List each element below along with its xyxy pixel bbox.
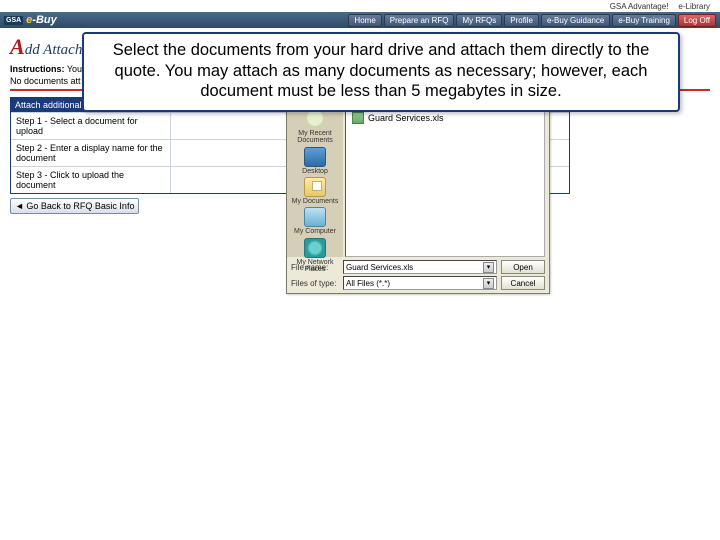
places-bar: My Recent Documents Desktop My Documents… [287,107,343,257]
place-recent[interactable]: My Recent Documents [290,109,340,145]
main-nav: Home Prepare an RFQ My RFQs Profile e-Bu… [346,14,716,27]
step3-label: Step 3 - Click to upload the document [11,167,171,193]
nav-ebuy-training[interactable]: e-Buy Training [612,14,676,27]
desktop-icon [304,147,326,167]
filetype-select[interactable]: All Files (*.*) ▾ [343,276,497,290]
instruction-callout: Select the documents from your hard driv… [82,32,680,112]
nav-my-rfqs[interactable]: My RFQs [456,14,502,27]
top-utility-bar: GSA Advantage! e-Library [0,0,720,12]
chevron-down-icon[interactable]: ▾ [483,278,494,289]
link-gsa-advantage[interactable]: GSA Advantage! [610,2,669,11]
nav-profile[interactable]: Profile [504,14,539,27]
computer-icon [304,207,326,227]
cancel-button[interactable]: Cancel [501,276,545,290]
nav-home[interactable]: Home [348,14,381,27]
filename-label: File name: [291,263,339,272]
recent-icon [304,109,326,129]
open-button[interactable]: Open [501,260,545,274]
gsa-badge: GSA [4,16,23,25]
file-list[interactable]: Guard Services.xls [345,107,545,257]
file-open-dialog: My Recent Documents Desktop My Documents… [286,88,550,294]
network-icon [304,238,326,258]
filetype-label: Files of type: [291,279,339,288]
place-desktop[interactable]: Desktop [290,147,340,175]
nav-prepare-rfq[interactable]: Prepare an RFQ [384,14,455,27]
place-my-documents[interactable]: My Documents [290,177,340,205]
nav-ebuy-guidance[interactable]: e-Buy Guidance [541,14,610,27]
filename-input[interactable]: Guard Services.xls ▾ [343,260,497,274]
file-item[interactable]: Guard Services.xls [352,112,538,124]
step2-label: Step 2 - Enter a display name for the do… [11,140,171,166]
xls-icon [352,112,364,124]
chevron-down-icon[interactable]: ▾ [483,262,494,273]
nav-logoff[interactable]: Log Off [678,14,716,27]
go-back-button[interactable]: ◄ Go Back to RFQ Basic Info [10,198,139,214]
ebuy-logo: GSA e-Buy [4,14,57,26]
link-elibrary[interactable]: e-Library [678,2,710,11]
folder-icon [304,177,326,197]
step1-label: Step 1 - Select a document for upload [11,113,171,139]
main-banner: GSA e-Buy Home Prepare an RFQ My RFQs Pr… [0,12,720,28]
place-my-computer[interactable]: My Computer [290,207,340,235]
